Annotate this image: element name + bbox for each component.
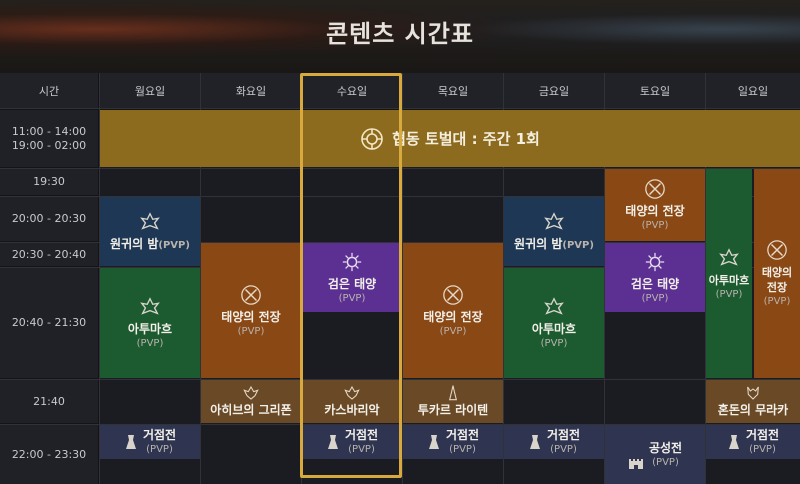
time-slot-2200: 22:00 - 23:30 [0,425,98,484]
event-sun-sun[interactable]: 태양의 전장 (PVP) [754,169,800,378]
day-header-sat: 토요일 [605,73,705,108]
event-sub: (PVP) [715,288,743,300]
dragon-crest-icon [719,247,739,266]
day-header-mon: 월요일 [100,73,200,108]
event-name: 아투마흐 [531,322,577,336]
event-sat-siege[interactable]: 공성전 (PVP) [605,425,705,484]
spire-icon [448,385,458,401]
event-fri-base[interactable]: 거점전 (PVP) [504,425,604,459]
time-slot-2040: 20:40 - 21:30 [0,268,98,378]
crossed-swords-icon [443,284,463,305]
dark-sun-icon [645,252,665,271]
event-name: 혼돈의 무라카 [717,403,789,417]
raid-banner[interactable]: 협동 토벌대 : 주간 1회 [100,110,800,167]
event-sat-dark[interactable]: 검은 태양 (PVP) [605,243,705,312]
event-sub: (PVP) [439,325,467,337]
schedule-grid: 시간 월요일 화요일 수요일 목요일 금요일 토요일 일요일 11:00 - 1… [0,0,800,484]
dragon-crest-icon [544,297,564,315]
event-sub: (PVP) [641,292,669,304]
today-highlight [300,73,402,478]
event-name: 검은 태양 [630,276,680,291]
time-label: 20:30 - 20:40 [11,247,87,261]
time-label: 20:40 - 21:30 [11,316,87,329]
fortress-icon [428,435,439,449]
event-thu-base[interactable]: 거점전 (PVP) [403,425,503,459]
time-slot-2140: 21:40 [0,380,98,423]
event-thu-sun[interactable]: 태양의 전장 (PVP) [403,243,503,378]
time-slot-2030: 20:30 - 20:40 [0,243,98,266]
event-sub: (PVP) [641,220,669,231]
event-name: 태양의 전장 [761,266,793,294]
event-sub: (PVP) [136,338,164,349]
event-sub: (PVP) [749,444,776,455]
event-name: 공성전 [648,440,683,455]
event-sun-base[interactable]: 거점전 (PVP) [706,425,800,459]
event-thu-tukar[interactable]: 투카르 라이텐 [403,380,503,423]
time-label: 19:00 - 02:00 [11,138,87,152]
event-name: 아투마흐 [708,273,750,287]
fortress-icon [125,435,136,449]
demon-crest-icon [747,386,759,400]
dragon-crest-icon [140,297,160,315]
event-mon-atuma[interactable]: 아투마흐 (PVP) [100,268,200,378]
time-slot-2000: 20:00 - 20:30 [0,197,98,241]
day-header-sun: 일요일 [706,73,800,108]
event-name: 원귀의 밤(PVP) [514,237,594,251]
event-name: 아투마흐 [127,322,173,336]
event-name: 태양의 전장 [221,309,281,324]
fortress-icon [728,435,739,449]
time-label: 22:00 - 23:30 [11,447,87,461]
crossed-swords-icon [241,284,261,305]
time-label: 21:40 [33,394,65,408]
wing-crest-icon [243,385,259,400]
event-name: 거점전 [745,428,780,442]
event-fri-night[interactable]: 원귀의 밤(PVP) [504,197,604,266]
time-column-header: 시간 [0,73,98,108]
event-sub: (PVP) [146,444,173,455]
event-sub: (PVP) [237,325,265,337]
crossed-swords-icon [645,179,665,199]
event-name: 아히브의 그리폰 [210,403,292,417]
event-sub: (PVP) [763,296,791,307]
dragon-crest-icon [544,212,564,230]
time-slot-1930: 19:30 [0,169,98,195]
time-label: 20:00 - 20:30 [11,212,87,225]
event-fri-atuma[interactable]: 아투마흐 (PVP) [504,268,604,378]
event-mon-base[interactable]: 거점전 (PVP) [100,425,200,459]
time-label: 11:00 - 14:00 [11,124,87,138]
day-header-tue: 화요일 [201,73,301,108]
event-sat-sun[interactable]: 태양의 전장 (PVP) [605,169,705,241]
event-mon-night[interactable]: 원귀의 밤(PVP) [100,197,200,266]
event-name: 태양의 전장 [625,204,685,218]
event-name: 거점전 [142,428,177,442]
event-sub: (PVP) [449,444,476,455]
crossed-swords-icon [767,240,787,260]
event-name: 원귀의 밤(PVP) [110,237,190,251]
event-name: 거점전 [445,428,480,442]
event-tue-griffon[interactable]: 아히브의 그리폰 [201,380,301,423]
event-name: 태양의 전장 [423,309,483,324]
day-header-thu: 목요일 [403,73,503,108]
event-tue-sun[interactable]: 태양의 전장 (PVP) [201,243,301,378]
raid-banner-label: 협동 토벌대 : 주간 1회 [392,130,540,148]
day-header-fri: 금요일 [504,73,604,108]
event-name: 투카르 라이텐 [417,403,489,417]
event-sub: (PVP) [540,338,568,349]
time-label: 19:30 [33,175,65,188]
event-sun-atuma[interactable]: 아투마흐 (PVP) [706,169,752,378]
dragon-crest-icon [140,212,160,230]
event-sun-murak[interactable]: 혼돈의 무라카 [706,380,800,423]
event-name: 거점전 [546,428,581,442]
event-sub: (PVP) [550,444,577,455]
fortress-icon [529,435,540,449]
time-slot-raid: 11:00 - 14:00 19:00 - 02:00 [0,110,98,167]
event-sub: (PVP) [652,456,679,468]
castle-icon [628,458,643,469]
